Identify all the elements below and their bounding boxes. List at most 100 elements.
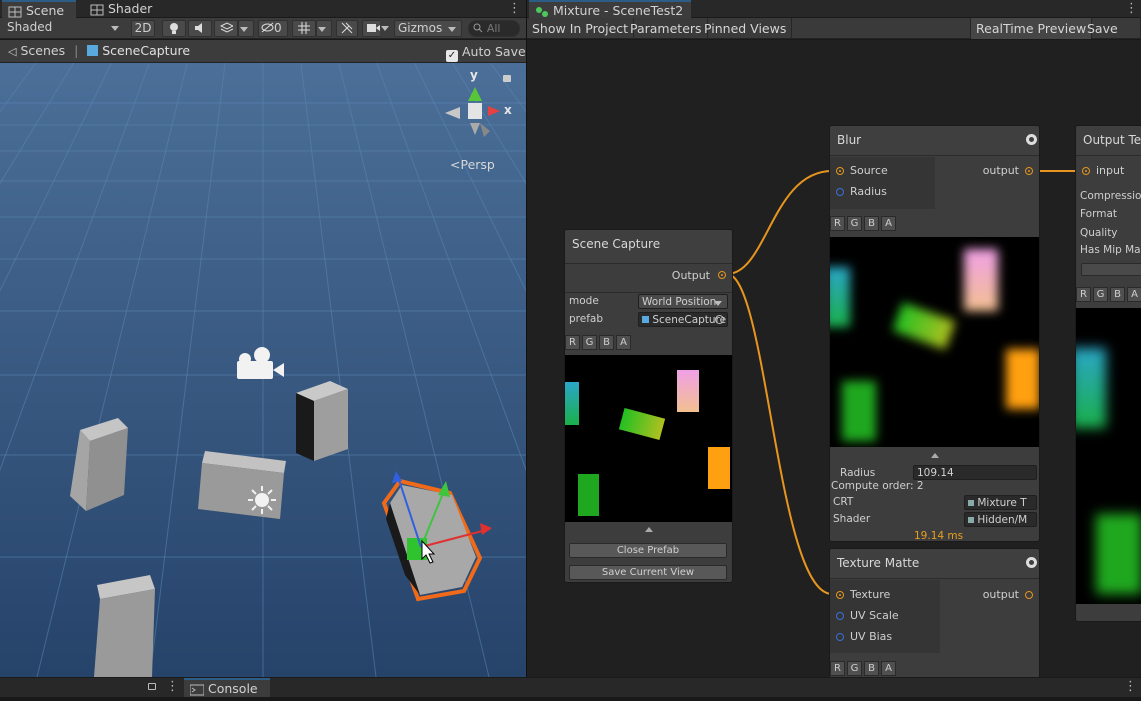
texture-matte-header[interactable]: Texture Matte	[830, 549, 1039, 579]
hidden-objects-toggle[interactable]: 0	[258, 20, 288, 37]
scene-search-field[interactable]: All	[468, 20, 520, 37]
channel-r-toggle[interactable]: R	[1076, 287, 1091, 302]
matte-output-label: output	[982, 588, 1019, 601]
blur-output-port[interactable]	[1025, 167, 1033, 175]
prefab-picker-icon[interactable]	[715, 315, 724, 324]
prop-has-mip-map: Has Mip Map	[1080, 244, 1141, 256]
channel-a-toggle[interactable]: A	[1127, 287, 1141, 302]
grid-dropdown[interactable]	[316, 20, 332, 37]
tools-toggle[interactable]	[336, 20, 358, 37]
output-action-button[interactable]	[1081, 263, 1141, 276]
matte-texture-port[interactable]	[836, 591, 844, 599]
output-texture-header[interactable]: Output Text	[1076, 126, 1141, 156]
camera-dropdown[interactable]	[380, 20, 394, 37]
channel-g-toggle[interactable]: G	[847, 216, 862, 231]
show-in-project-button[interactable]: Show In Project	[527, 18, 635, 39]
save-all-button[interactable]: Save All	[1082, 18, 1141, 57]
blur-source-port[interactable]	[836, 167, 844, 175]
mixture-graph-canvas[interactable]: Scene Capture Output mode World Position…	[527, 40, 1141, 677]
scene-light-gizmo-icon[interactable]	[248, 486, 276, 514]
back-arrow-icon[interactable]: ◁	[8, 45, 16, 58]
blur-crt-field[interactable]: Mixture T	[964, 495, 1037, 510]
effects-dropdown[interactable]	[238, 20, 254, 37]
bottom-left-more-icon[interactable]: ⋮	[166, 679, 179, 694]
channel-r-toggle[interactable]: R	[830, 216, 845, 231]
channel-b-toggle[interactable]: B	[864, 216, 879, 231]
projection-label[interactable]: <Persp	[450, 157, 495, 172]
mode-2d-button[interactable]: 2D	[131, 20, 155, 37]
auto-save-toggle[interactable]: ✓ Auto Save	[446, 44, 526, 62]
effects-toggle[interactable]	[214, 20, 238, 37]
channel-b-toggle[interactable]: B	[1110, 287, 1125, 302]
tab-shader[interactable]: Shader	[84, 0, 156, 18]
close-prefab-button[interactable]: Close Prefab	[569, 543, 727, 558]
bottom-right-more-icon[interactable]: ⋮	[1124, 679, 1137, 694]
mixture-toolbar: Show In Project Parameters Pinned Views …	[527, 18, 1141, 57]
blur-node[interactable]: Blur Source Radius output R G B A Radius…	[829, 125, 1040, 542]
scene-more-icon[interactable]: ⋮	[508, 1, 521, 17]
gizmo-y-label: y	[470, 68, 478, 82]
output-input-port[interactable]	[1082, 167, 1090, 175]
tab-mixture[interactable]: Mixture - SceneTest2	[529, 0, 691, 18]
realtime-preview-button[interactable]: RealTime Preview	[970, 18, 1093, 39]
pinned-views-button[interactable]: Pinned Views	[699, 18, 793, 39]
blur-radius-field[interactable]: 109.14	[913, 465, 1037, 480]
bottom-tabbar: ⋮ Console ⋮	[0, 677, 1141, 697]
tab-scene[interactable]: Scene	[2, 0, 76, 18]
blur-header[interactable]: Blur	[830, 126, 1039, 156]
texture-matte-settings-gear-icon[interactable]	[1026, 557, 1037, 568]
blur-shader-field[interactable]: Hidden/M	[964, 512, 1037, 527]
breadcrumb-scenecapture[interactable]: SceneCapture	[102, 43, 190, 58]
prop-quality: Quality	[1080, 227, 1118, 239]
audio-toggle[interactable]	[188, 20, 212, 37]
shading-mode-dropdown[interactable]: Shaded	[2, 20, 124, 37]
output-texture-node[interactable]: Output Text input Compression Format Qua…	[1075, 125, 1141, 622]
channel-a-toggle[interactable]: A	[616, 335, 631, 350]
channel-g-toggle[interactable]: G	[582, 335, 597, 350]
tab-console[interactable]: Console	[184, 678, 270, 697]
blur-preview-collapse-icon[interactable]	[931, 453, 939, 458]
scene-render[interactable]	[0, 63, 526, 677]
blur-radius-port[interactable]	[836, 188, 844, 196]
matte-output-port[interactable]	[1025, 591, 1033, 599]
mode-dropdown[interactable]: World Position	[638, 294, 728, 309]
bottom-lock-icon[interactable]	[148, 683, 156, 690]
matte-uv-scale-port[interactable]	[836, 612, 844, 620]
scene-capture-node[interactable]: Scene Capture Output mode World Position…	[564, 229, 733, 583]
scene-capture-channels: R G B A	[565, 335, 732, 351]
grid-toggle[interactable]	[292, 20, 316, 37]
blur-timing: 19.14 ms	[914, 530, 964, 542]
output-input-label: input	[1096, 164, 1125, 177]
scene-capture-output-label: Output	[671, 269, 710, 282]
search-icon	[473, 23, 483, 33]
channel-b-toggle[interactable]: B	[864, 661, 879, 676]
blur-source-label: Source	[850, 164, 888, 177]
mixture-more-icon[interactable]: ⋮	[1125, 1, 1138, 17]
blur-settings-gear-icon[interactable]	[1026, 134, 1037, 145]
channel-g-toggle[interactable]: G	[1093, 287, 1108, 302]
gizmos-dropdown[interactable]: Gizmos	[394, 20, 462, 37]
lighting-toggle[interactable]	[162, 20, 186, 37]
channel-r-toggle[interactable]: R	[830, 661, 845, 676]
scene-viewport[interactable]: y x <Persp	[0, 63, 526, 677]
parameters-button[interactable]: Parameters	[625, 18, 708, 39]
prefab-cube-icon	[87, 45, 99, 56]
scene-capture-header[interactable]: Scene Capture	[565, 230, 732, 264]
blur-radius-label: Radius	[850, 185, 887, 198]
preview-collapse-icon[interactable]	[645, 527, 653, 532]
texture-matte-node[interactable]: Texture Matte Texture UV Scale UV Bias o…	[829, 548, 1040, 677]
matte-uv-scale-label: UV Scale	[850, 609, 899, 622]
grid-icon	[298, 22, 310, 34]
scene-capture-output-port[interactable]	[718, 271, 726, 279]
channel-r-toggle[interactable]: R	[565, 335, 580, 350]
eye-slash-icon	[261, 22, 274, 33]
auto-save-checkbox[interactable]: ✓	[446, 50, 458, 62]
channel-a-toggle[interactable]: A	[881, 661, 896, 676]
matte-uv-bias-port[interactable]	[836, 633, 844, 641]
save-current-view-button[interactable]: Save Current View	[569, 565, 727, 580]
breadcrumb-scenes[interactable]: Scenes	[20, 43, 65, 58]
lock-icon[interactable]	[503, 75, 511, 82]
channel-g-toggle[interactable]: G	[847, 661, 862, 676]
channel-b-toggle[interactable]: B	[599, 335, 614, 350]
channel-a-toggle[interactable]: A	[881, 216, 896, 231]
